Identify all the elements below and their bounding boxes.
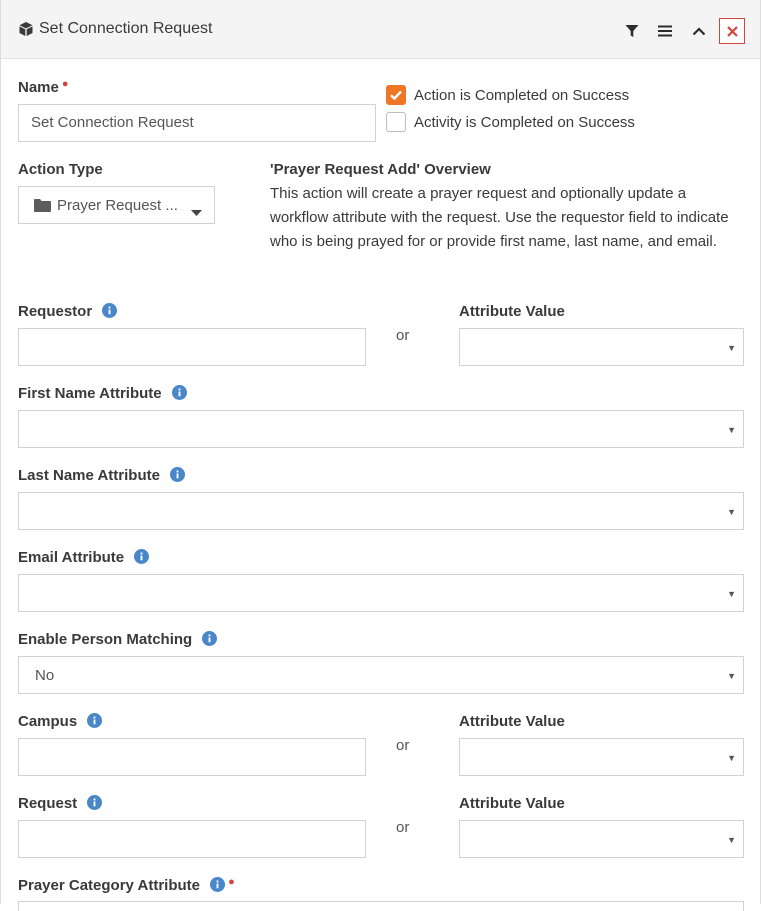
or-text: or	[396, 819, 410, 836]
campus-input[interactable]	[18, 738, 366, 776]
select-caret-icon: ▼	[727, 343, 736, 353]
info-icon[interactable]	[134, 548, 150, 564]
requestor-label: Requestor	[18, 303, 93, 320]
last-name-label: Last Name Attribute	[18, 467, 160, 484]
person-matching-label-wrap: Enable Person Matching	[18, 630, 218, 648]
select-caret-icon: ▼	[727, 425, 736, 435]
or-text: or	[396, 737, 410, 754]
select-caret-icon: ▼	[727, 589, 736, 599]
email-label-wrap: Email Attribute	[18, 548, 150, 566]
info-icon[interactable]	[102, 302, 118, 318]
name-input[interactable]: Set Connection Request	[18, 104, 376, 142]
info-icon[interactable]	[171, 384, 187, 400]
folder-icon	[34, 199, 51, 216]
info-icon[interactable]	[210, 876, 226, 892]
select-caret-icon: ▼	[727, 753, 736, 763]
name-label-wrap: Name ●	[18, 78, 69, 96]
filter-button[interactable]	[619, 18, 645, 44]
name-label: Name	[18, 79, 59, 96]
or-text: or	[396, 327, 410, 344]
close-button[interactable]	[719, 18, 745, 44]
close-icon	[726, 25, 738, 37]
first-name-label-wrap: First Name Attribute	[18, 384, 187, 402]
panel-title: Set Connection Request	[39, 20, 213, 37]
last-name-label-wrap: Last Name Attribute	[18, 466, 186, 484]
required-indicator: ●	[228, 876, 235, 888]
cube-icon	[18, 21, 34, 37]
action-type-label: Action Type	[18, 161, 103, 178]
first-name-label: First Name Attribute	[18, 385, 162, 402]
activity-completed-checkbox[interactable]	[386, 112, 406, 132]
campus-attribute-label: Attribute Value	[459, 713, 565, 730]
person-matching-label: Enable Person Matching	[18, 631, 193, 648]
campus-label: Campus	[18, 713, 78, 730]
overview-title: 'Prayer Request Add' Overview	[270, 161, 491, 178]
action-type-picker[interactable]: Prayer Request ...	[18, 186, 215, 224]
info-icon[interactable]	[87, 712, 103, 728]
prayer-category-label: Prayer Category Attribute	[18, 877, 200, 894]
chevron-up-icon	[692, 27, 706, 36]
check-icon	[390, 90, 402, 101]
select-caret-icon: ▼	[727, 835, 736, 845]
action-completed-checkbox[interactable]	[386, 85, 406, 105]
requestor-attribute-label: Attribute Value	[459, 303, 565, 320]
menu-button[interactable]	[652, 18, 678, 44]
first-name-select[interactable]: ▼	[18, 410, 744, 448]
action-type-value: Prayer Request ...	[57, 197, 178, 214]
action-completed-label: Action is Completed on Success	[414, 87, 630, 104]
requestor-label-wrap: Requestor	[18, 302, 118, 320]
person-matching-value: No	[35, 667, 55, 684]
activity-completed-label: Activity is Completed on Success	[414, 114, 635, 131]
request-attribute-select[interactable]: ▼	[459, 820, 744, 858]
info-icon[interactable]	[202, 630, 218, 646]
request-label-wrap: Request	[18, 794, 103, 812]
info-icon[interactable]	[87, 794, 103, 810]
campus-label-wrap: Campus	[18, 712, 103, 730]
email-select[interactable]: ▼	[18, 574, 744, 612]
prayer-category-select[interactable]	[18, 901, 744, 911]
last-name-select[interactable]: ▼	[18, 492, 744, 530]
select-caret-icon: ▼	[727, 507, 736, 517]
person-matching-select[interactable]: No ▼	[18, 656, 744, 694]
collapse-button[interactable]	[686, 18, 712, 44]
requestor-attribute-select[interactable]: ▼	[459, 328, 744, 366]
caret-down-icon	[191, 203, 202, 220]
request-input[interactable]	[18, 820, 366, 858]
select-caret-icon: ▼	[727, 671, 736, 681]
info-icon[interactable]	[170, 466, 186, 482]
request-attribute-label: Attribute Value	[459, 795, 565, 812]
filter-icon	[625, 25, 639, 37]
menu-icon	[658, 25, 672, 37]
request-label: Request	[18, 795, 78, 812]
campus-attribute-select[interactable]: ▼	[459, 738, 744, 776]
requestor-input[interactable]	[18, 328, 366, 366]
email-label: Email Attribute	[18, 549, 125, 566]
overview-text: This action will create a prayer request…	[270, 185, 729, 250]
action-panel: Set Connection Request Name ● Set Connec…	[0, 0, 761, 911]
panel-header: Set Connection Request	[1, 0, 760, 59]
prayer-category-label-wrap: Prayer Category Attribute ●	[18, 876, 235, 894]
required-indicator: ●	[61, 78, 69, 90]
